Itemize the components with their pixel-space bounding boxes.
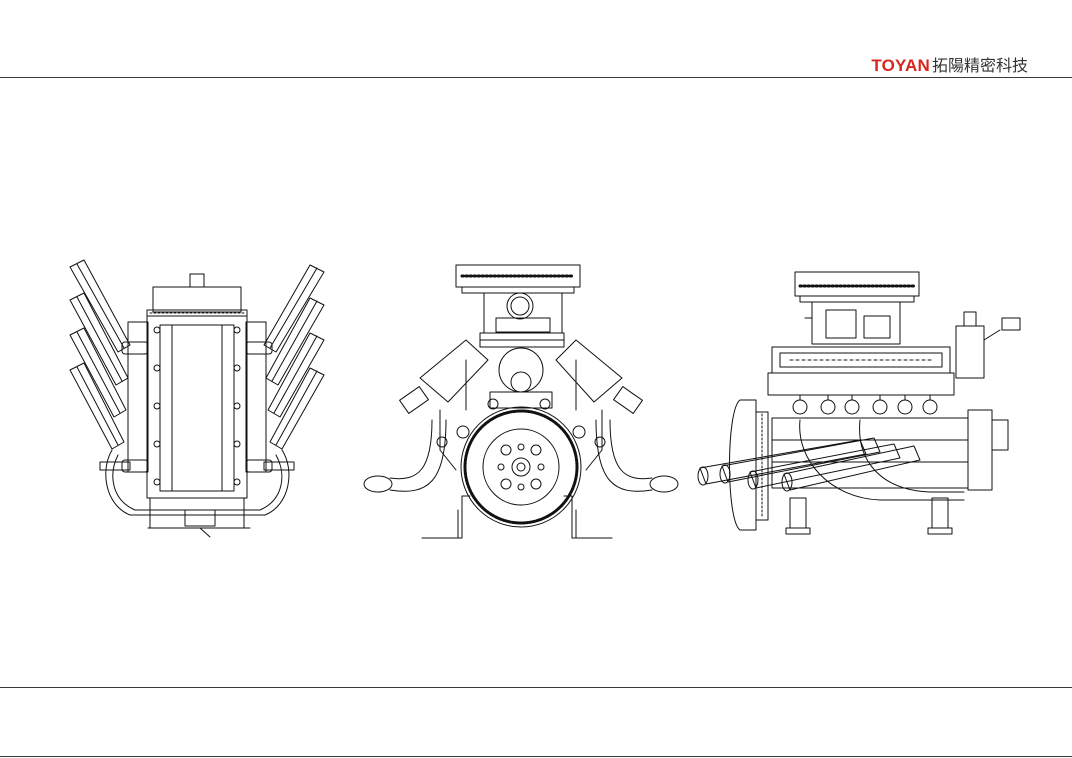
engine-front-view (364, 265, 678, 538)
engine-side-view (698, 272, 1020, 534)
engine-top-view (70, 260, 324, 537)
engine-drawing-sheet (0, 0, 1072, 758)
